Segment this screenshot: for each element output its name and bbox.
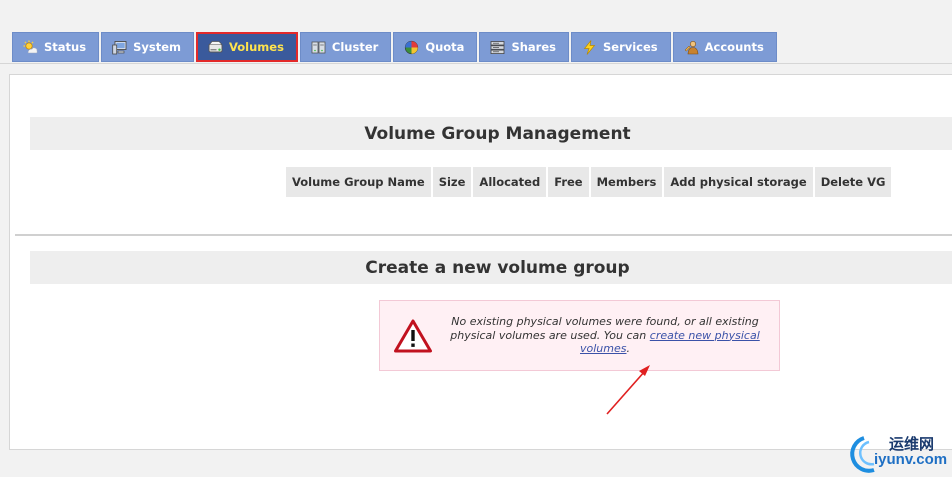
volume-group-management-heading: Volume Group Management <box>30 117 952 150</box>
create-volume-group-heading: Create a new volume group <box>30 251 952 284</box>
section-title: Volume Group Management <box>364 123 631 144</box>
column-header-allocated: Allocated <box>473 167 547 197</box>
tab-divider <box>0 63 952 64</box>
notice-message: No existing physical volumes were found,… <box>444 315 766 356</box>
tab-services[interactable]: Services <box>570 32 671 62</box>
monitor-icon <box>112 40 127 55</box>
column-header-delete-vg: Delete VG <box>814 167 892 197</box>
main-navigation: Status System Volumes Cluster Quota Shar… <box>12 32 779 62</box>
section-divider <box>15 234 952 236</box>
pie-chart-icon <box>404 40 419 55</box>
drive-icon <box>208 40 223 55</box>
tab-label: Shares <box>511 40 556 54</box>
tab-label: System <box>133 40 181 54</box>
tab-status[interactable]: Status <box>12 32 100 62</box>
tab-label: Quota <box>425 40 465 54</box>
column-header-members: Members <box>590 167 663 197</box>
tab-label: Status <box>44 40 87 54</box>
tab-label: Volumes <box>228 40 284 54</box>
notice-text-end: . <box>626 342 630 355</box>
tab-cluster[interactable]: Cluster <box>299 32 392 62</box>
tab-label: Cluster <box>331 40 379 54</box>
server-icon <box>490 40 505 55</box>
column-header-size: Size <box>432 167 472 197</box>
watermark-url-text: iyunv.com <box>874 451 948 468</box>
annotation-arrow <box>606 365 650 415</box>
tab-system[interactable]: System <box>101 32 194 62</box>
warning-icon <box>394 319 432 353</box>
table-header-row: Volume Group Name Size Allocated Free Me… <box>286 167 892 197</box>
cluster-icon <box>311 40 326 55</box>
no-physical-volumes-notice: No existing physical volumes were found,… <box>379 300 780 371</box>
tab-label: Services <box>602 40 658 54</box>
tab-volumes[interactable]: Volumes <box>195 32 298 62</box>
volume-group-table: Volume Group Name Size Allocated Free Me… <box>284 167 893 197</box>
tab-quota[interactable]: Quota <box>393 32 478 62</box>
lightning-icon <box>582 39 597 55</box>
content-panel: Volume Group Management Volume Group Nam… <box>9 74 952 450</box>
column-header-add-physical-storage: Add physical storage <box>664 167 813 197</box>
sun-icon <box>23 40 38 55</box>
section-title: Create a new volume group <box>365 257 630 278</box>
tab-accounts[interactable]: Accounts <box>672 32 777 62</box>
column-header-volume-group-name: Volume Group Name <box>286 167 431 197</box>
tab-label: Accounts <box>704 40 764 54</box>
column-header-free: Free <box>548 167 589 197</box>
user-icon <box>684 40 699 55</box>
tab-shares[interactable]: Shares <box>479 32 569 62</box>
